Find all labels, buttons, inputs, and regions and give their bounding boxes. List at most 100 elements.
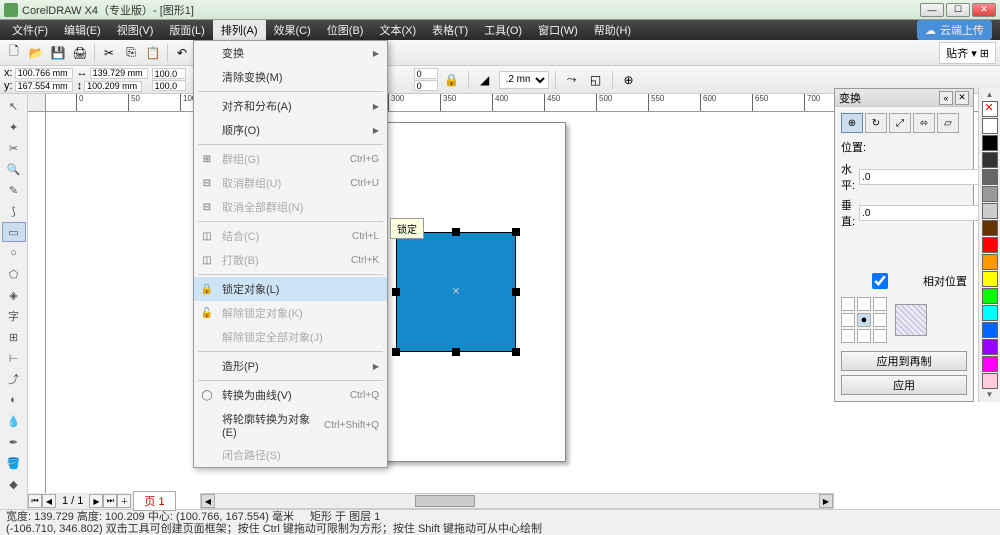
add-page-button[interactable]: ＋ [117, 494, 131, 508]
scale-tab[interactable]: ⤢ [889, 113, 911, 133]
new-button[interactable]: 🗋 [4, 43, 24, 63]
first-page-button[interactable]: ⏮ [28, 494, 42, 508]
color-swatch[interactable] [982, 152, 998, 168]
wrap-icon[interactable]: ⤳ [562, 70, 582, 90]
rotation-input-2[interactable] [414, 80, 438, 91]
anchor-sw[interactable] [841, 329, 855, 343]
crop-tool[interactable]: ✂ [2, 138, 26, 158]
color-swatch[interactable] [982, 203, 998, 219]
color-swatch[interactable] [982, 356, 998, 372]
width-input[interactable] [90, 68, 148, 79]
rectangle-tool[interactable]: ▭ [2, 222, 26, 242]
eyedropper-tool[interactable]: 💧 [2, 411, 26, 431]
no-fill-swatch[interactable]: ✕ [982, 101, 998, 117]
menu-1[interactable]: 编辑(E) [56, 20, 109, 40]
menu-5[interactable]: 效果(C) [266, 20, 319, 40]
connector-tool[interactable]: ⤴ [2, 369, 26, 389]
anchor-ne[interactable] [873, 297, 887, 311]
anchor-se[interactable] [873, 329, 887, 343]
pick-tool[interactable]: ↖ [2, 96, 26, 116]
menu-item-E[interactable]: 将轮廓转换为对象(E)Ctrl+Shift+Q [194, 407, 387, 443]
paste-button[interactable]: 📋 [143, 43, 163, 63]
apply-button[interactable]: 应用 [841, 375, 967, 395]
color-swatch[interactable] [982, 288, 998, 304]
rotation-input[interactable] [414, 68, 438, 79]
freehand-tool[interactable]: ✎ [2, 180, 26, 200]
lock-ratio-icon[interactable]: 🔒 [442, 70, 462, 90]
outline-width-combo[interactable]: .2 mm [499, 71, 549, 89]
menu-item-O[interactable]: 顺序(O)▶ [194, 118, 387, 142]
menu-10[interactable]: 窗口(W) [530, 20, 586, 40]
interactive-tool[interactable]: ◐ [2, 390, 26, 410]
basic-shapes-tool[interactable]: ◈ [2, 285, 26, 305]
anchor-nw[interactable] [841, 297, 855, 311]
smart-tool[interactable]: ⟆ [2, 201, 26, 221]
color-swatch[interactable] [982, 305, 998, 321]
menu-item-A[interactable]: 对齐和分布(A)▶ [194, 94, 387, 118]
vertical-input[interactable] [859, 205, 997, 221]
anchor-s[interactable] [857, 329, 871, 343]
color-swatch[interactable] [982, 169, 998, 185]
corner-icon[interactable]: ◢ [475, 70, 495, 90]
to-front-icon[interactable]: ◱ [586, 70, 606, 90]
docker-collapse-button[interactable]: « [939, 91, 953, 105]
color-swatch[interactable] [982, 220, 998, 236]
zoom-tool[interactable]: 🔍 [2, 159, 26, 179]
x-input[interactable] [15, 68, 73, 79]
docker-close-button[interactable]: ✕ [955, 91, 969, 105]
color-swatch[interactable] [982, 186, 998, 202]
menu-item-[interactable]: 变换▶ [194, 41, 387, 65]
palette-down-button[interactable]: ▼ [982, 390, 998, 400]
color-swatch[interactable] [982, 373, 998, 389]
resize-handle-se[interactable] [512, 348, 520, 356]
ruler-origin[interactable] [28, 94, 46, 112]
menu-4[interactable]: 排列(A) [213, 20, 266, 40]
anchor-n[interactable] [857, 297, 871, 311]
undo-button[interactable]: ↶ [172, 43, 192, 63]
fill-tool[interactable]: 🪣 [2, 453, 26, 473]
size-tab[interactable]: ⬄ [913, 113, 935, 133]
anchor-w[interactable] [841, 313, 855, 327]
height-input[interactable] [84, 81, 142, 92]
minimize-button[interactable]: — [920, 3, 944, 17]
table-tool[interactable]: ⊞ [2, 327, 26, 347]
anchor-c[interactable]: ● [857, 313, 871, 327]
ruler-vertical[interactable] [28, 112, 46, 517]
scale-y-input[interactable] [152, 80, 186, 91]
color-swatch[interactable] [982, 339, 998, 355]
rotate-tab[interactable]: ↻ [865, 113, 887, 133]
copy-button[interactable]: ⎘ [121, 43, 141, 63]
menu-2[interactable]: 视图(V) [109, 20, 162, 40]
menu-6[interactable]: 位图(B) [319, 20, 372, 40]
shape-tool[interactable]: ✦ [2, 117, 26, 137]
scroll-thumb[interactable] [415, 495, 475, 507]
color-swatch[interactable] [982, 135, 998, 151]
y-input[interactable] [15, 81, 73, 92]
save-button[interactable]: 💾 [48, 43, 68, 63]
skew-tab[interactable]: ▱ [937, 113, 959, 133]
menu-11[interactable]: 帮助(H) [586, 20, 639, 40]
scroll-right-button[interactable]: ▶ [819, 494, 833, 508]
color-swatch[interactable] [982, 118, 998, 134]
apply-duplicate-button[interactable]: 应用到再制 [841, 351, 967, 371]
text-tool[interactable]: 字 [2, 306, 26, 326]
resize-handle-n[interactable] [452, 228, 460, 236]
color-swatch[interactable] [982, 271, 998, 287]
horizontal-input[interactable] [859, 169, 997, 185]
next-page-button[interactable]: ▶ [89, 494, 103, 508]
palette-up-button[interactable]: ▲ [982, 90, 998, 100]
cut-button[interactable]: ✂ [99, 43, 119, 63]
selected-rectangle[interactable]: ✕ [396, 232, 516, 352]
interactive-fill-tool[interactable]: ◆ [2, 474, 26, 494]
cloud-upload-button[interactable]: ☁ 云端上传 [917, 20, 992, 40]
menu-7[interactable]: 文本(X) [371, 20, 424, 40]
resize-handle-ne[interactable] [512, 228, 520, 236]
resize-handle-sw[interactable] [392, 348, 400, 356]
prev-page-button[interactable]: ◀ [42, 494, 56, 508]
dimension-tool[interactable]: ⊢ [2, 348, 26, 368]
options-icon[interactable]: ⊕ [619, 70, 639, 90]
snap-dropdown[interactable]: 贴齐 ▾ ⊞ [939, 42, 996, 64]
relative-position-checkbox[interactable] [841, 273, 919, 289]
menu-item-M[interactable]: 清除变换(M) [194, 65, 387, 89]
menu-item-P[interactable]: 造形(P)▶ [194, 354, 387, 378]
